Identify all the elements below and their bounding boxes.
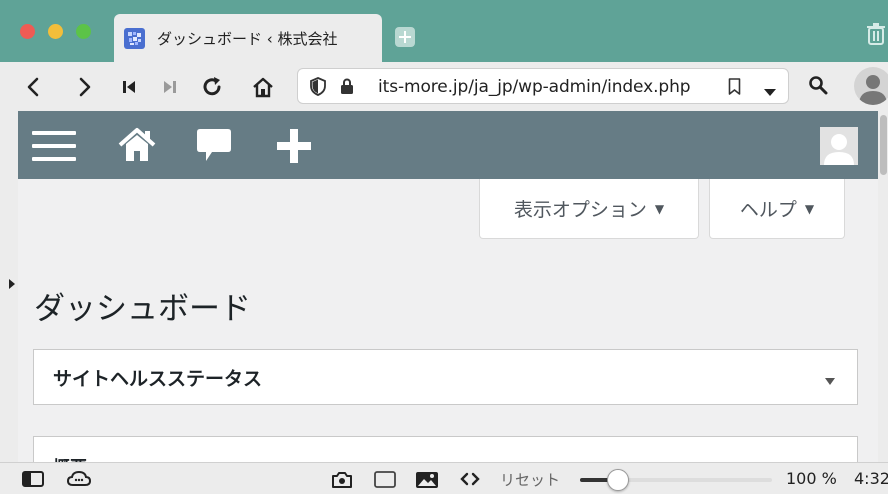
window-icon[interactable] [374, 471, 396, 492]
window-close-button[interactable] [20, 24, 35, 39]
window-minimize-button[interactable] [48, 24, 63, 39]
collapse-arrow-icon[interactable] [825, 378, 835, 385]
url-text[interactable]: its-more.jp/ja_jp/wp-admin/index.php [378, 77, 691, 97]
code-icon[interactable] [460, 471, 480, 491]
tab-title: ダッシュボード ‹ 株式会社 [157, 29, 338, 48]
page-title: ダッシュボード [34, 291, 251, 327]
sidebar-panel-icon[interactable] [22, 471, 44, 491]
screen-options-label: 表示オプション [513, 199, 647, 221]
tab-bar: ダッシュボード ‹ 株式会社 [0, 0, 888, 62]
scrollbar-thumb[interactable] [880, 115, 887, 175]
menu-icon[interactable] [32, 128, 76, 168]
plus-icon [399, 31, 411, 43]
site-health-panel[interactable]: サイトヘルスステータス [33, 349, 858, 405]
zoom-slider-thumb[interactable] [607, 469, 630, 491]
cloud-icon[interactable] [66, 470, 92, 491]
bookmark-icon[interactable] [728, 78, 741, 99]
back-icon[interactable] [20, 74, 46, 100]
site-home-icon[interactable] [118, 127, 156, 167]
new-content-icon[interactable] [274, 127, 314, 169]
help-label: ヘルプ [739, 199, 797, 221]
comment-icon[interactable] [196, 127, 232, 169]
last-page-icon[interactable] [157, 74, 183, 100]
page-content: 表示オプション ▼ ヘルプ ▼ ダッシュボード サイトヘルスステータス 概要 [0, 111, 888, 462]
status-bar: リセット 100 % 4:32 [0, 462, 888, 494]
reload-icon[interactable] [199, 74, 225, 100]
new-tab-button[interactable] [395, 27, 415, 47]
panel-title: 概要 [53, 453, 87, 462]
chevron-down-icon[interactable] [764, 82, 776, 101]
shield-icon[interactable] [310, 77, 326, 100]
home-icon[interactable] [250, 74, 276, 100]
tab-dashboard[interactable]: ダッシュボード ‹ 株式会社 [114, 14, 382, 62]
panel-title: サイトヘルスステータス [53, 368, 263, 390]
search-icon[interactable] [808, 75, 828, 99]
navigation-bar: its-more.jp/ja_jp/wp-admin/index.php [0, 62, 888, 111]
user-icon [859, 75, 887, 105]
caret-down-icon: ▼ [804, 201, 815, 216]
profile-avatar[interactable] [854, 67, 888, 105]
avatar-icon[interactable] [820, 127, 858, 165]
address-bar[interactable]: its-more.jp/ja_jp/wp-admin/index.php [297, 68, 789, 104]
caret-down-icon: ▼ [654, 201, 665, 216]
first-page-icon[interactable] [116, 74, 142, 100]
clock: 4:32 [854, 469, 888, 488]
forward-icon[interactable] [72, 74, 98, 100]
zoom-level: 100 % [786, 469, 837, 488]
sidebar-toggle-icon[interactable] [9, 279, 15, 289]
lock-icon [340, 78, 354, 99]
screen-options-button[interactable]: 表示オプション ▼ [479, 179, 699, 239]
zoom-reset-button[interactable]: リセット [500, 469, 560, 490]
overview-panel[interactable]: 概要 [33, 436, 858, 462]
screenshot-icon[interactable] [331, 471, 353, 493]
help-button[interactable]: ヘルプ ▼ [709, 179, 845, 239]
site-favicon-icon [124, 27, 145, 49]
image-icon[interactable] [415, 471, 439, 493]
window-maximize-button[interactable] [76, 24, 91, 39]
trash-icon[interactable] [866, 23, 886, 49]
wp-admin-bar [18, 111, 878, 179]
